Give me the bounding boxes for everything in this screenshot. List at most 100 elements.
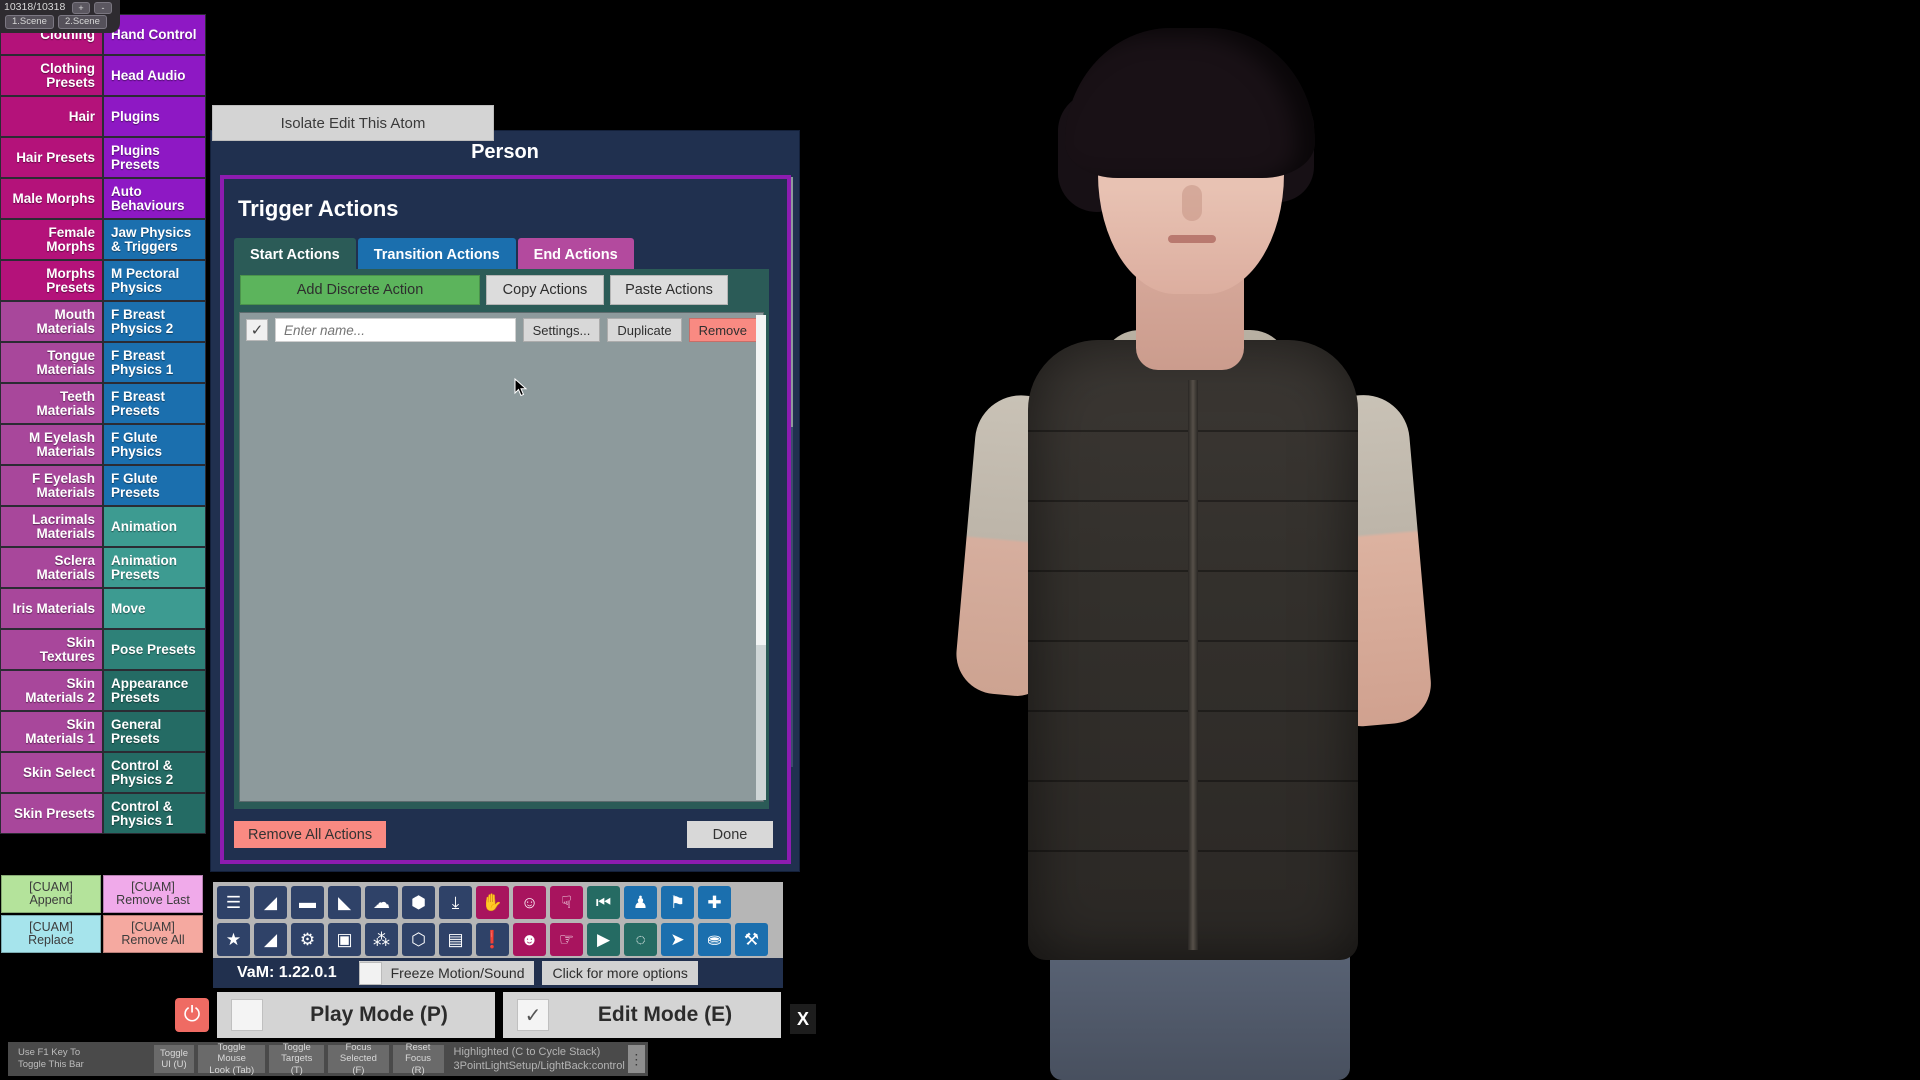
camera-icon[interactable]: ▣ xyxy=(328,923,361,956)
tools-icon[interactable]: ⚒ xyxy=(735,923,768,956)
add-person-icon[interactable]: ☺ xyxy=(513,886,546,919)
person-icon[interactable]: ♟ xyxy=(624,886,657,919)
actions-list[interactable]: ✓ Settings... Duplicate Remove xyxy=(239,312,764,802)
sidebar-item-right-6[interactable]: M Pectoral Physics xyxy=(103,260,206,301)
actions-list-scrollbar[interactable] xyxy=(756,315,766,800)
action-duplicate-button[interactable]: Duplicate xyxy=(607,318,682,342)
close-button[interactable]: X xyxy=(790,1004,816,1034)
sidebar-item-left-4[interactable]: Male Morphs xyxy=(0,178,103,219)
sidebar-item-left-14[interactable]: Iris Materials xyxy=(0,588,103,629)
done-button[interactable]: Done xyxy=(687,821,773,848)
target-icon[interactable]: ◌ xyxy=(624,923,657,956)
sidebar-item-left-8[interactable]: Tongue Materials xyxy=(0,342,103,383)
status-button-4[interactable]: Reset Focus (R) xyxy=(392,1042,444,1076)
freeze-checkbox[interactable] xyxy=(358,961,382,985)
hand-icon[interactable]: ✋ xyxy=(476,886,509,919)
cloud-download-icon[interactable]: ☁ xyxy=(365,886,398,919)
sidebar-item-right-14[interactable]: Move xyxy=(103,588,206,629)
scene-plus-button[interactable]: + xyxy=(72,2,90,14)
cuam-button-remove-all[interactable]: [CUAM] Remove All xyxy=(103,915,203,953)
cuam-button-remove-last[interactable]: [CUAM] Remove Last xyxy=(103,875,203,913)
more-options-button[interactable]: Click for more options xyxy=(542,961,698,985)
sidebar-item-right-12[interactable]: Animation xyxy=(103,506,206,547)
sidebar-item-right-16[interactable]: Appearance Presets xyxy=(103,670,206,711)
play-icon[interactable]: ▶ xyxy=(587,923,620,956)
sidebar-item-left-3[interactable]: Hair Presets xyxy=(0,137,103,178)
remove-person-icon[interactable]: ☻ xyxy=(513,923,546,956)
sidebar-item-left-11[interactable]: F Eyelash Materials xyxy=(0,465,103,506)
add-discrete-action-button[interactable]: Add Discrete Action xyxy=(240,275,480,305)
star-icon[interactable]: ★ xyxy=(217,923,250,956)
node-graph-icon[interactable]: ⁂ xyxy=(365,923,398,956)
sidebar-item-left-18[interactable]: Skin Select xyxy=(0,752,103,793)
sidebar-item-right-10[interactable]: F Glute Physics xyxy=(103,424,206,465)
sidebar-item-right-19[interactable]: Control & Physics 1 xyxy=(103,793,206,834)
cursor-icon[interactable]: ➤ xyxy=(661,923,694,956)
folder-settings-icon[interactable]: ⚙ xyxy=(291,923,324,956)
pinch-icon[interactable]: ☟ xyxy=(550,886,583,919)
sidebar-item-left-16[interactable]: Skin Materials 2 xyxy=(0,670,103,711)
freeze-motion-toggle[interactable]: Freeze Motion/Sound xyxy=(358,961,535,985)
save-scene-icon[interactable]: ◣ xyxy=(328,886,361,919)
tab-start-actions[interactable]: Start Actions xyxy=(234,238,356,271)
sidebar-item-right-1[interactable]: Head Audio xyxy=(103,55,206,96)
open-scene-icon[interactable]: ◢ xyxy=(254,886,287,919)
status-button-0[interactable]: Toggle UI (U) xyxy=(154,1045,195,1073)
sidebar-item-right-15[interactable]: Pose Presets xyxy=(103,629,206,670)
sidebar-item-right-9[interactable]: F Breast Presets xyxy=(103,383,206,424)
actions-list-scroll-thumb[interactable] xyxy=(756,315,766,645)
tab-end-actions[interactable]: End Actions xyxy=(517,238,634,271)
grab-icon[interactable]: ☞ xyxy=(550,923,583,956)
sidebar-item-right-5[interactable]: Jaw Physics & Triggers xyxy=(103,219,206,260)
sidebar-item-left-2[interactable]: Hair xyxy=(0,96,103,137)
scene-tab-2[interactable]: 2.Scene xyxy=(58,15,107,29)
action-name-input[interactable] xyxy=(275,318,516,342)
clipboard-icon[interactable]: ▤ xyxy=(439,923,472,956)
move-cross-icon[interactable]: ✚ xyxy=(698,886,731,919)
sidebar-item-left-19[interactable]: Skin Presets xyxy=(0,793,103,834)
sidebar-item-left-15[interactable]: Skin Textures xyxy=(0,629,103,670)
sidebar-item-right-4[interactable]: Auto Behaviours xyxy=(103,178,206,219)
tab-transition-actions[interactable]: Transition Actions xyxy=(357,238,516,271)
action-enabled-checkbox[interactable]: ✓ xyxy=(246,319,268,341)
sidebar-item-left-13[interactable]: Sclera Materials xyxy=(0,547,103,588)
inbox-download-icon[interactable]: ⤓ xyxy=(439,886,472,919)
power-icon[interactable]: ⏻ xyxy=(175,998,209,1032)
status-button-1[interactable]: Toggle Mouse Look (Tab) xyxy=(198,1042,266,1076)
action-remove-button[interactable]: Remove xyxy=(688,318,757,342)
scene-tab-1[interactable]: 1.Scene xyxy=(5,15,54,29)
status-menu-button[interactable]: ⋮ xyxy=(627,1045,645,1073)
remove-all-actions-button[interactable]: Remove All Actions xyxy=(234,821,387,848)
edit-mode-toggle[interactable]: ✓ Edit Mode (E) xyxy=(503,992,781,1038)
menu-icon[interactable]: ☰ xyxy=(217,886,250,919)
open-box-icon[interactable]: ⬡ xyxy=(402,923,435,956)
scene-minus-button[interactable]: - xyxy=(94,2,112,14)
status-button-2[interactable]: Toggle Targets (T) xyxy=(269,1042,325,1076)
status-button-3[interactable]: Focus Selected (F) xyxy=(328,1042,389,1076)
sidebar-item-right-11[interactable]: F Glute Presets xyxy=(103,465,206,506)
sidebar-item-left-10[interactable]: M Eyelash Materials xyxy=(0,424,103,465)
sidebar-item-left-7[interactable]: Mouth Materials xyxy=(0,301,103,342)
package-icon[interactable]: ⬢ xyxy=(402,886,435,919)
play-mode-toggle[interactable]: Play Mode (P) xyxy=(217,992,495,1038)
folder-icon[interactable]: ▬ xyxy=(291,886,324,919)
people-icon[interactable]: ⛂ xyxy=(698,923,731,956)
paste-actions-button[interactable]: Paste Actions xyxy=(610,275,728,305)
sidebar-item-left-1[interactable]: Clothing Presets xyxy=(0,55,103,96)
isolate-edit-button[interactable]: Isolate Edit This Atom xyxy=(212,105,494,141)
sidebar-item-right-17[interactable]: General Presets xyxy=(103,711,206,752)
sidebar-item-left-6[interactable]: Morphs Presets xyxy=(0,260,103,301)
edit-mode-checkbox[interactable]: ✓ xyxy=(517,999,549,1031)
sidebar-item-left-5[interactable]: Female Morphs xyxy=(0,219,103,260)
cuam-button-append[interactable]: [CUAM] Append xyxy=(1,875,101,913)
sidebar-item-right-7[interactable]: F Breast Physics 2 xyxy=(103,301,206,342)
sidebar-item-left-9[interactable]: Teeth Materials xyxy=(0,383,103,424)
sidebar-item-right-13[interactable]: Animation Presets xyxy=(103,547,206,588)
flag-icon[interactable]: ⚑ xyxy=(661,886,694,919)
sidebar-item-right-8[interactable]: F Breast Physics 1 xyxy=(103,342,206,383)
load-preset-icon[interactable]: ◢ xyxy=(254,923,287,956)
sidebar-item-right-2[interactable]: Plugins xyxy=(103,96,206,137)
play-mode-checkbox[interactable] xyxy=(231,999,263,1031)
action-settings-button[interactable]: Settings... xyxy=(522,318,601,342)
sidebar-item-right-18[interactable]: Control & Physics 2 xyxy=(103,752,206,793)
